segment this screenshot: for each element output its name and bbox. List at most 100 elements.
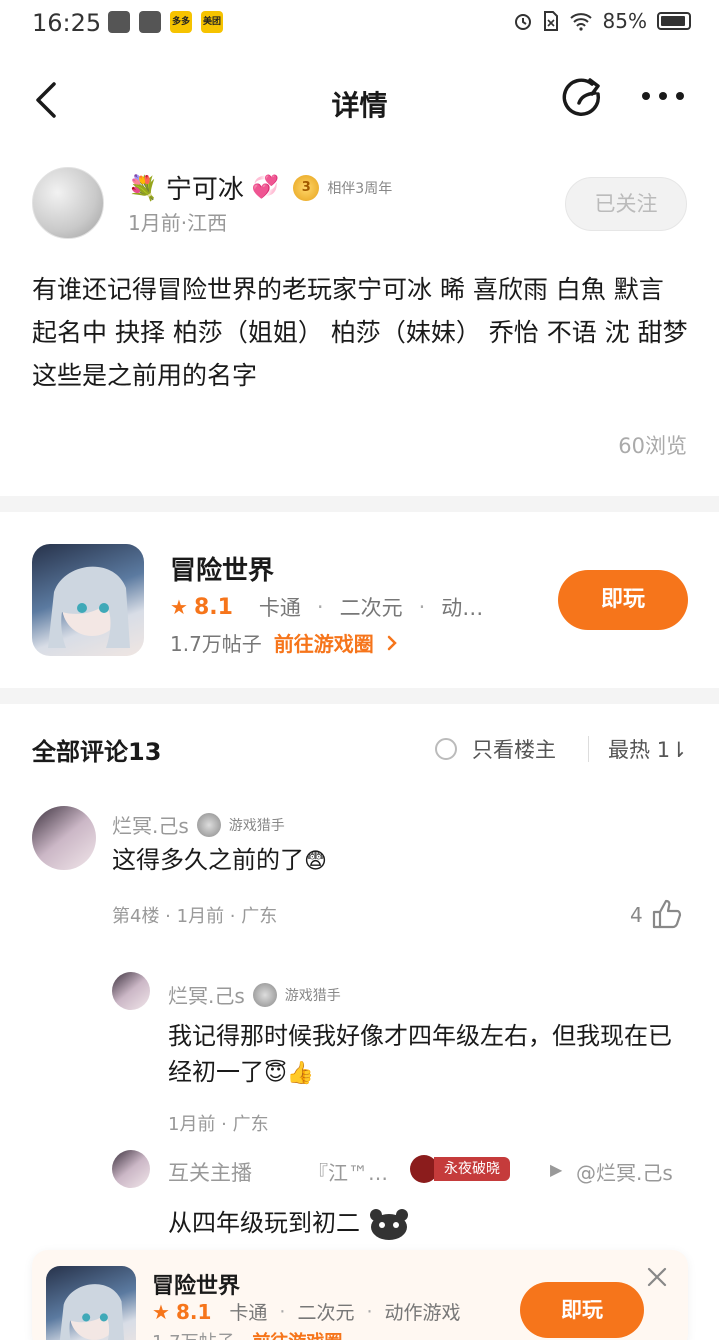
- game-posts: 1.7万帖子 前往游戏圈: [152, 1328, 342, 1340]
- fearful-emoji: 😨: [304, 849, 327, 874]
- floating-game-card[interactable]: 冒险世界 ★ 8.1 卡通 · 二次元 · 动作游戏 1.7万帖子 前往游戏圈 …: [32, 1250, 688, 1340]
- sort-icon: 1⇂: [656, 738, 688, 762]
- status-bar: 16:25 多多 美团 85%: [0, 0, 719, 48]
- comment-text: 这得多久之前的了😨: [112, 842, 327, 880]
- reply-name[interactable]: 烂冥.己s: [168, 980, 245, 1009]
- game-tag: 卡通: [258, 596, 301, 620]
- post-meta: 1月前·江西: [128, 211, 228, 235]
- no-sim-icon: [543, 11, 558, 31]
- thumbs-up-icon[interactable]: [651, 899, 683, 929]
- halo-thumbs-emoji: 😇👍: [264, 1061, 315, 1086]
- status-time: 16:25: [32, 9, 102, 37]
- commenter-name-row: 烂冥.己s 游戏猎手: [112, 810, 285, 839]
- anniversary-badge: 相伴3周年: [327, 180, 393, 197]
- section-divider: [0, 496, 719, 512]
- battery-percent: 85%: [602, 9, 647, 33]
- comment-body: 这得多久之前的了: [112, 846, 304, 874]
- dot-separator: ·: [316, 595, 324, 619]
- game-tag: 二次元: [339, 596, 403, 620]
- play-button[interactable]: 即玩: [558, 570, 688, 630]
- nav-bar: 详情: [0, 60, 719, 140]
- night-badge: 永夜破晓: [410, 1155, 510, 1183]
- star-icon: ★: [152, 1299, 170, 1324]
- follow-button[interactable]: 已关注: [565, 177, 687, 231]
- play-button[interactable]: 即玩: [520, 1282, 644, 1338]
- game-character-art: [48, 566, 130, 648]
- author-name-row: 💐 宁可冰 💞 3 相伴3周年: [128, 169, 392, 206]
- dot-separator: ·: [418, 595, 426, 619]
- hunter-badge-icon: [252, 982, 277, 1007]
- night-badge-label: 永夜破晓: [434, 1157, 510, 1181]
- hunter-badge-icon: [196, 812, 221, 837]
- author-row: 💐 宁可冰 💞 3 相伴3周年 1月前·江西 已关注: [32, 165, 692, 245]
- reply-target[interactable]: @烂冥.己s: [576, 1157, 673, 1186]
- share-icon[interactable]: [562, 76, 606, 120]
- author-avatar[interactable]: [32, 167, 104, 239]
- dot-separator: ·: [279, 1300, 286, 1323]
- commenter-name[interactable]: 烂冥.己s: [112, 810, 189, 839]
- comments-header: 全部评论13 只看楼主 最热 1⇂: [32, 730, 692, 770]
- reply-avatar[interactable]: [112, 972, 150, 1010]
- reply-tag: 游戏猎手: [284, 987, 341, 1004]
- reply-body: 我记得那时候我好像才四年级左右，但我现在已经初一了: [168, 1022, 672, 1086]
- like-count: 4: [630, 903, 643, 927]
- reply-body: 从四年级玩到初二: [168, 1209, 360, 1237]
- game-posts: 1.7万帖子 前往游戏圈: [170, 628, 398, 657]
- header-divider: [588, 736, 589, 762]
- reply-item: 互关主播 『江™… 永夜破晓 ▶ @烂冥.己s: [112, 1150, 702, 1190]
- dot-separator: ·: [366, 1300, 373, 1323]
- sort-label: 最热: [608, 738, 650, 762]
- section-divider: [0, 688, 719, 704]
- game-icon[interactable]: [46, 1266, 136, 1340]
- reply-name[interactable]: 互关主播: [168, 1157, 252, 1187]
- reply-text: 我记得那时候我好像才四年级左右，但我现在已经初一了😇👍: [168, 1018, 688, 1092]
- wifi-icon: [569, 13, 592, 31]
- commenter-avatar[interactable]: [32, 806, 96, 870]
- game-rating: 8.1: [175, 1299, 212, 1324]
- page-title: 详情: [331, 89, 388, 122]
- post-text: 有谁还记得冒险世界的老玩家宁可冰 晞 喜欣雨 白魚 默言 起名中 抉择 柏莎（姐…: [32, 275, 688, 390]
- sort-toggle[interactable]: 最热 1⇂: [608, 734, 688, 764]
- reply-avatar[interactable]: [112, 1150, 150, 1188]
- game-tag: 卡通: [229, 1302, 268, 1324]
- author-name[interactable]: 宁可冰: [166, 169, 244, 206]
- status-app-icons: 多多 美团: [108, 11, 223, 33]
- game-title[interactable]: 冒险世界: [170, 550, 274, 587]
- commenter-tag: 游戏猎手: [228, 817, 285, 834]
- reply-arrow-icon: ▶: [550, 1160, 563, 1179]
- more-icon[interactable]: [640, 86, 686, 106]
- game-card[interactable]: 冒险世界 ★ 8.1 卡通 · 二次元 · 动… 1.7万帖子 前往游戏圈 即玩: [0, 512, 719, 688]
- close-icon[interactable]: [646, 1266, 668, 1288]
- reply-quote: 『江™…: [308, 1161, 388, 1185]
- duoduo-app-icon: 多多: [170, 11, 192, 33]
- comment-meta: 第4楼 · 1月前 · 广东: [112, 906, 278, 927]
- game-character-art: [59, 1284, 125, 1340]
- notification-app-icon: [108, 11, 130, 33]
- game-tag: 二次元: [297, 1302, 355, 1324]
- game-icon[interactable]: [32, 544, 144, 656]
- only-owner-label[interactable]: 只看楼主: [472, 734, 556, 764]
- game-tag: 动作游戏: [384, 1302, 461, 1324]
- bear-sticker-icon: [369, 1209, 408, 1240]
- message-app-icon: [139, 11, 161, 33]
- game-rating: 8.1: [193, 594, 233, 620]
- game-post-count: 1.7万帖子: [152, 1332, 235, 1340]
- game-title[interactable]: 冒险世界: [152, 1268, 240, 1300]
- game-info: ★ 8.1 卡通 · 二次元 · 动…: [170, 592, 483, 622]
- only-owner-radio[interactable]: [435, 738, 457, 760]
- view-count: 60浏览: [618, 434, 687, 458]
- chevron-right-icon: [387, 635, 397, 651]
- flower-icon: 💐: [128, 173, 158, 202]
- medal-icon: 3: [293, 174, 320, 201]
- game-tag: 动…: [441, 596, 484, 620]
- reply-meta: 1月前 · 广东: [168, 1114, 269, 1135]
- reply-text: 从四年级玩到初二: [168, 1203, 410, 1241]
- game-circle-link[interactable]: 前往游戏圈: [252, 1332, 342, 1340]
- game-circle-link[interactable]: 前往游戏圈: [274, 632, 374, 656]
- meituan-app-icon: 美团: [201, 11, 223, 33]
- star-icon: ★: [170, 595, 188, 619]
- game-info: ★ 8.1 卡通 · 二次元 · 动作游戏: [152, 1298, 461, 1325]
- heart-icon: 💞: [251, 175, 280, 200]
- status-right: 85%: [513, 9, 691, 33]
- game-post-count: 1.7万帖子: [170, 632, 262, 656]
